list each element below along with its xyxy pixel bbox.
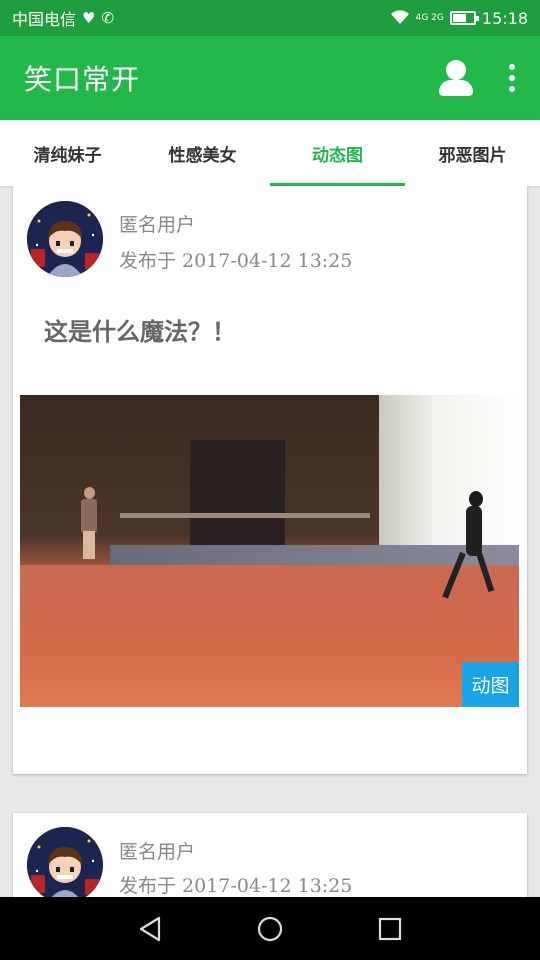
post-time: 发布于 2017-04-12 13:25	[119, 875, 353, 897]
system-nav-bar	[0, 897, 540, 960]
more-dot	[509, 64, 515, 70]
more-dot	[509, 75, 515, 81]
tab-xinggan[interactable]: 性感美女	[135, 120, 270, 186]
missed-call-icon: ✆	[101, 8, 115, 27]
gif-badge: 动图	[462, 662, 519, 707]
image-panel	[190, 440, 285, 550]
tab-label: 性感美女	[168, 145, 237, 166]
image-floor	[20, 565, 519, 707]
post-card[interactable]: 匿名用户 发布于 2017-04-12 13:25 这是什么魔法？！ 动图	[13, 186, 527, 774]
avatar[interactable]	[27, 827, 103, 897]
user-name: 匿名用户	[119, 214, 196, 236]
user-icon-body	[439, 80, 473, 96]
post-title: 这是什么魔法？！	[44, 318, 236, 346]
user-icon[interactable]	[438, 58, 474, 98]
network-type-label: 4G 2G	[415, 12, 444, 23]
tab-label: 清纯妹子	[33, 145, 102, 166]
app-bar: 笑口常开	[0, 36, 540, 120]
status-right: 4G 2G 15:18	[390, 9, 528, 28]
tab-label: 动态图	[312, 145, 363, 166]
image-runner	[442, 491, 495, 603]
battery-icon	[449, 11, 479, 25]
more-dot	[509, 86, 515, 92]
more-vertical-icon[interactable]	[508, 64, 516, 92]
post-time: 发布于 2017-04-12 13:25	[119, 250, 353, 272]
post-feed[interactable]: 匿名用户 发布于 2017-04-12 13:25 这是什么魔法？！ 动图 匿名…	[0, 186, 540, 897]
gif-image[interactable]: 动图	[20, 395, 519, 707]
image-person	[78, 487, 100, 559]
tab-dongtaitu[interactable]: 动态图	[270, 120, 405, 186]
app-title: 笑口常开	[24, 63, 141, 96]
home-circle-icon[interactable]	[252, 911, 288, 947]
tab-label: 邪恶图片	[438, 145, 507, 166]
post-card[interactable]: 匿名用户 发布于 2017-04-12 13:25	[13, 813, 527, 897]
health-heart-icon: ♥	[82, 8, 96, 27]
user-icon-head	[446, 60, 466, 80]
user-name: 匿名用户	[119, 841, 196, 863]
clock: 15:18	[481, 8, 528, 28]
back-triangle-icon[interactable]	[132, 911, 168, 947]
status-left: 中国电信 ♥ ✆	[12, 6, 114, 30]
tab-xiee[interactable]: 邪恶图片	[405, 120, 540, 186]
carrier-label: 中国电信	[12, 10, 77, 29]
signal-icon: 4G 2G	[415, 12, 444, 23]
avatar[interactable]	[27, 201, 103, 277]
recents-square-icon[interactable]	[372, 911, 408, 947]
image-rail	[120, 513, 370, 518]
tab-qingchun[interactable]: 清纯妹子	[0, 120, 135, 186]
battery-fill	[452, 14, 467, 22]
wifi-icon	[390, 9, 410, 28]
status-bar: 中国电信 ♥ ✆ 4G 2G 15:18	[0, 0, 540, 36]
category-tabs: 清纯妹子 性感美女 动态图 邪恶图片	[0, 120, 540, 186]
app-actions	[438, 58, 516, 98]
